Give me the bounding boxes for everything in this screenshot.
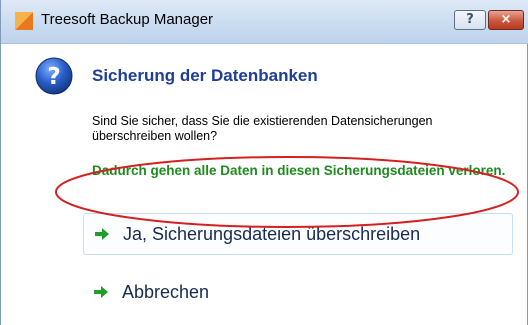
green-arrow-icon <box>95 228 109 240</box>
title-bar[interactable]: Treesoft Backup Manager ? × <box>1 0 528 44</box>
dialog-content: ? Sicherung der Datenbanken Sind Sie sic… <box>1 44 527 325</box>
help-icon: ? <box>466 12 474 27</box>
overwrite-backup-button[interactable]: Ja, Sicherungsdateien überschreiben <box>83 213 513 255</box>
help-button[interactable]: ? <box>454 10 486 30</box>
app-logo-icon <box>15 12 33 30</box>
overwrite-backup-label: Ja, Sicherungsdateien überschreiben <box>123 224 421 244</box>
main-instruction: Sicherung der Datenbanken <box>92 66 318 85</box>
question-icon: ? <box>35 57 73 95</box>
cancel-label: Abbrechen <box>122 282 210 302</box>
warning-text: Dadurch gehen alle Daten in diesen Siche… <box>92 163 506 178</box>
green-arrow-icon <box>94 286 108 298</box>
cancel-button[interactable]: Abbrechen <box>83 272 513 314</box>
svg-text:?: ? <box>47 64 60 90</box>
question-text: Sind Sie sicher, dass Sie die existieren… <box>92 114 433 143</box>
dialog-window: Treesoft Backup Manager ? × ? Sicherung … <box>0 0 528 325</box>
close-button[interactable]: × <box>488 10 524 30</box>
window-title: Treesoft Backup Manager <box>41 11 214 28</box>
close-icon: × <box>500 12 512 27</box>
